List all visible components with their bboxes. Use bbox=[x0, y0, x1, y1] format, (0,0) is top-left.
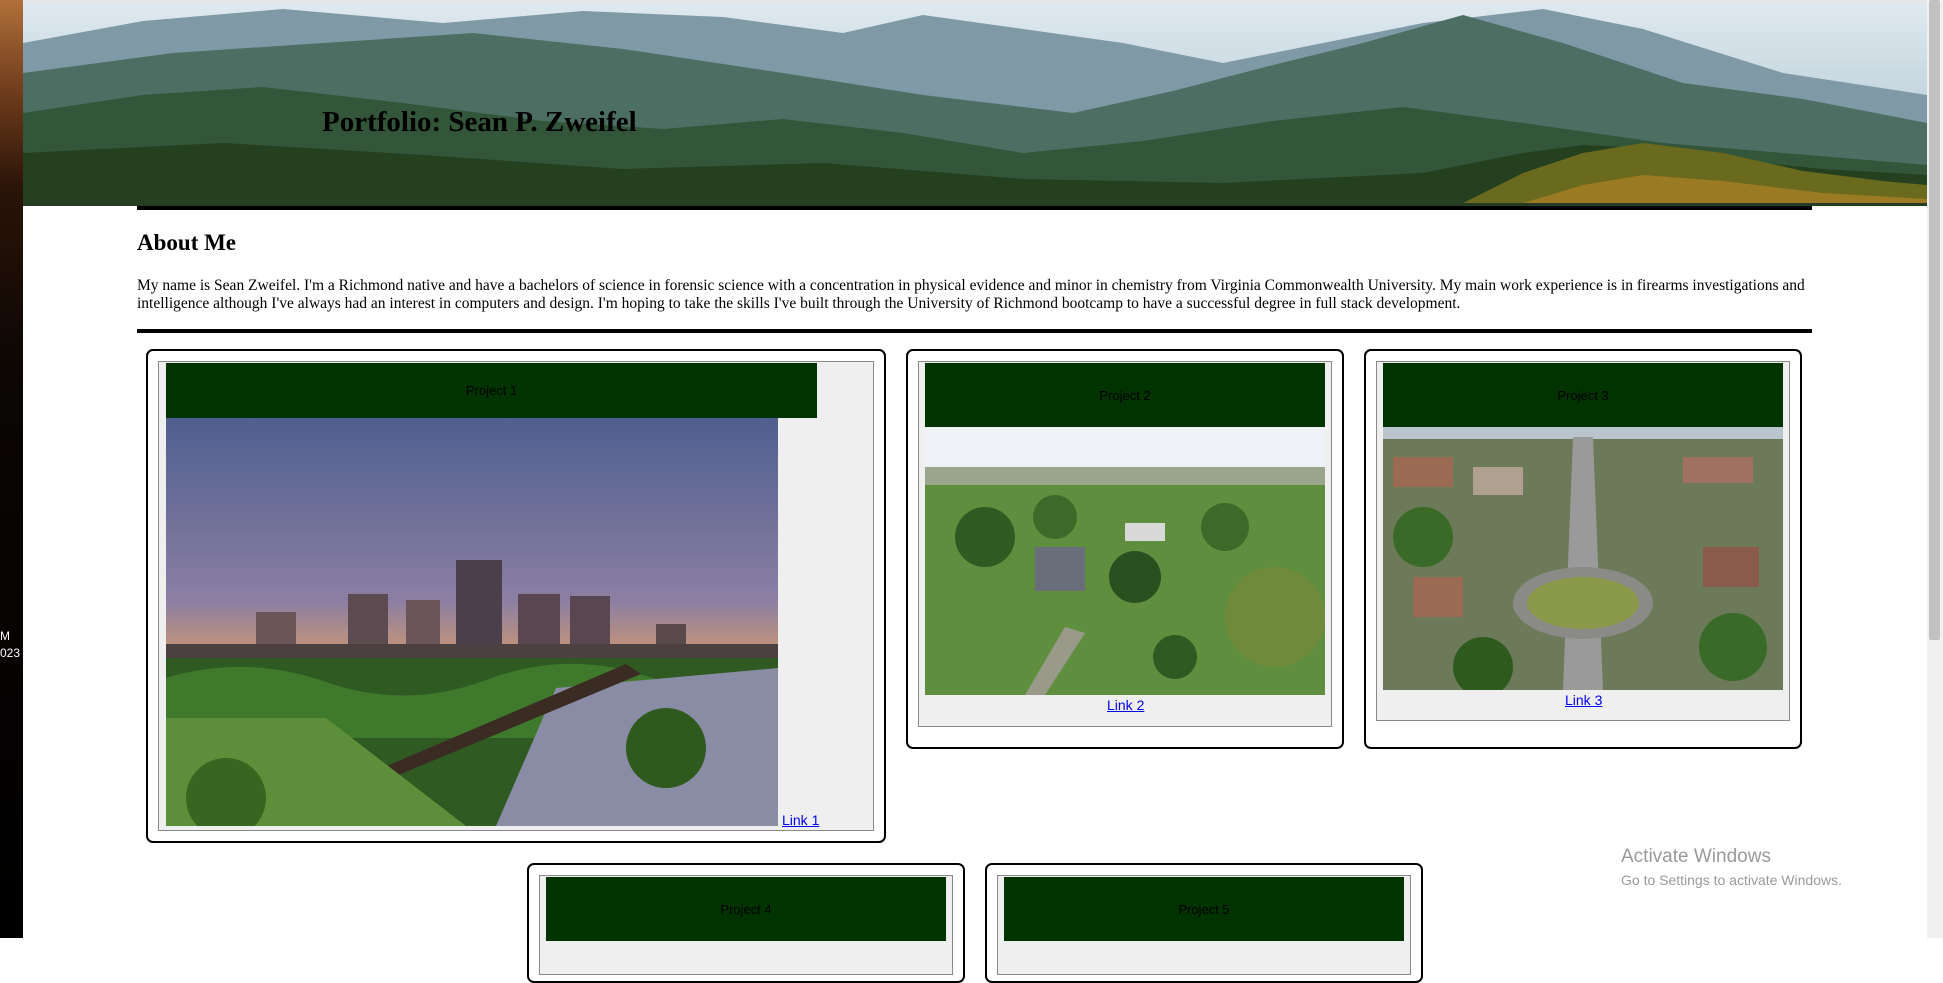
neighborhood-aerial-image bbox=[1383, 427, 1783, 690]
project-image-1[interactable] bbox=[166, 418, 778, 826]
project-link-1[interactable]: Link 1 bbox=[782, 812, 819, 828]
vertical-scrollbar[interactable] bbox=[1927, 0, 1943, 938]
project-header-3: Project 3 bbox=[1383, 363, 1783, 427]
clock-line-2: 023 bbox=[0, 646, 21, 660]
project-header-4: Project 4 bbox=[546, 877, 946, 941]
city-skyline-image bbox=[166, 418, 778, 826]
watermark-title: Activate Windows bbox=[1621, 846, 1771, 867]
activation-watermark: Activate Windows Go to Settings to activ… bbox=[1621, 846, 1842, 888]
project-title-4: Project 4 bbox=[720, 901, 772, 917]
about-text: My name is Sean Zweifel. I'm a Richmond … bbox=[137, 277, 1805, 312]
campus-aerial-image bbox=[925, 427, 1325, 695]
project-image-3[interactable] bbox=[1383, 427, 1783, 690]
page-title: Portfolio: Sean P. Zweifel bbox=[322, 106, 637, 138]
watermark-subtitle: Go to Settings to activate Windows. bbox=[1621, 872, 1842, 888]
about-heading: About Me bbox=[137, 230, 237, 255]
project-title-1: Project 1 bbox=[465, 383, 518, 398]
desktop-background-strip bbox=[0, 0, 23, 938]
clock-line-1: M bbox=[0, 629, 10, 643]
header-banner: Portfolio: Sean P. Zweifel bbox=[23, 0, 1927, 206]
project-link-3[interactable]: Link 3 bbox=[1565, 692, 1602, 708]
project-title-2: Project 2 bbox=[1099, 387, 1151, 403]
section-divider bbox=[137, 206, 1812, 210]
project-title-3: Project 3 bbox=[1557, 387, 1609, 403]
project-header-5: Project 5 bbox=[1004, 877, 1404, 941]
scrollbar-thumb[interactable] bbox=[1929, 0, 1940, 640]
section-divider bbox=[137, 329, 1812, 333]
mountain-banner-image bbox=[23, 3, 1927, 203]
project-header-2: Project 2 bbox=[925, 363, 1325, 427]
project-link-2[interactable]: Link 2 bbox=[1107, 697, 1144, 713]
project-title-5: Project 5 bbox=[1178, 901, 1230, 917]
taskbar-clock: M 023 bbox=[0, 628, 23, 662]
project-image-2[interactable] bbox=[925, 427, 1325, 695]
project-header-1: Project 1 bbox=[166, 363, 817, 418]
